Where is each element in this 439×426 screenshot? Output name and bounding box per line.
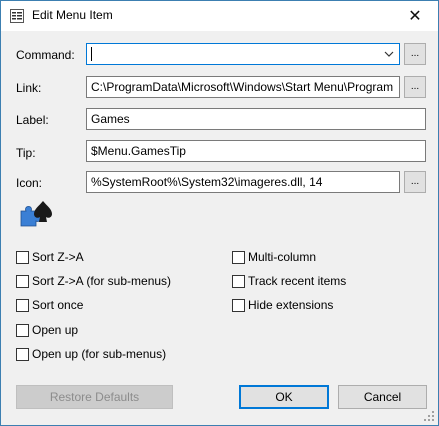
icon-browse-button[interactable]: ... xyxy=(404,171,426,193)
checkbox[interactable] xyxy=(16,274,29,288)
option-label: Sort Z->A xyxy=(32,250,84,264)
command-combobox[interactable] xyxy=(86,43,400,65)
checkbox[interactable] xyxy=(16,298,29,312)
chevron-down-icon[interactable] xyxy=(381,45,397,63)
browse-label: ... xyxy=(410,48,420,59)
checkbox[interactable] xyxy=(232,298,245,312)
browse-label: ... xyxy=(410,176,420,187)
icon-label: Icon: xyxy=(16,176,43,190)
tip-field[interactable]: $Menu.GamesTip xyxy=(86,140,426,162)
resize-grip-icon[interactable] xyxy=(423,410,435,422)
ok-button[interactable]: OK xyxy=(239,385,329,409)
option-label: Open up (for sub-menus) xyxy=(32,347,167,361)
label-label: Label: xyxy=(16,113,49,127)
option-sort-za[interactable]: Sort Z->A xyxy=(16,249,84,265)
option-label: Multi-column xyxy=(248,250,317,264)
icon-field[interactable]: %SystemRoot%\System32\imageres.dll, 14 xyxy=(86,171,400,193)
checkbox[interactable] xyxy=(16,250,29,264)
label-field[interactable]: Games xyxy=(86,108,426,130)
option-multi-column[interactable]: Multi-column xyxy=(232,249,316,265)
browse-label: ... xyxy=(410,81,420,92)
cancel-button[interactable]: Cancel xyxy=(338,385,427,409)
link-label: Link: xyxy=(16,81,42,95)
close-icon: ✕ xyxy=(408,8,422,25)
option-label: Open up xyxy=(32,323,79,337)
app-icon xyxy=(10,9,24,23)
option-open-up[interactable]: Open up xyxy=(16,322,78,338)
games-icon xyxy=(20,201,52,227)
command-label: Command: xyxy=(16,48,75,62)
option-label: Sort Z->A (for sub-menus) xyxy=(32,274,172,288)
option-track-recent-items[interactable]: Track recent items xyxy=(232,273,346,289)
option-hide-extensions[interactable]: Hide extensions xyxy=(232,297,333,313)
checkbox[interactable] xyxy=(232,274,245,288)
option-sort-once[interactable]: Sort once xyxy=(16,297,83,313)
close-button[interactable]: ✕ xyxy=(392,1,438,31)
window-title: Edit Menu Item xyxy=(32,8,113,22)
title-bar: Edit Menu Item ✕ xyxy=(1,1,438,31)
option-label: Track recent items xyxy=(248,274,347,288)
option-sort-za-submenus[interactable]: Sort Z->A (for sub-menus) xyxy=(16,273,171,289)
checkbox[interactable] xyxy=(16,323,29,337)
checkbox[interactable] xyxy=(16,347,29,361)
checkbox[interactable] xyxy=(232,250,245,264)
restore-defaults-button[interactable]: Restore Defaults xyxy=(16,385,173,409)
text-cursor xyxy=(91,47,92,61)
edit-menu-item-dialog: Edit Menu Item ✕ Command: ... Link: C:\P… xyxy=(0,0,439,426)
option-label: Hide extensions xyxy=(248,298,334,312)
tip-label: Tip: xyxy=(16,146,36,160)
command-browse-button[interactable]: ... xyxy=(404,43,426,65)
option-open-up-submenus[interactable]: Open up (for sub-menus) xyxy=(16,346,166,362)
option-label: Sort once xyxy=(32,298,84,312)
link-browse-button[interactable]: ... xyxy=(404,76,426,98)
link-field[interactable]: C:\ProgramData\Microsoft\Windows\Start M… xyxy=(86,76,400,98)
